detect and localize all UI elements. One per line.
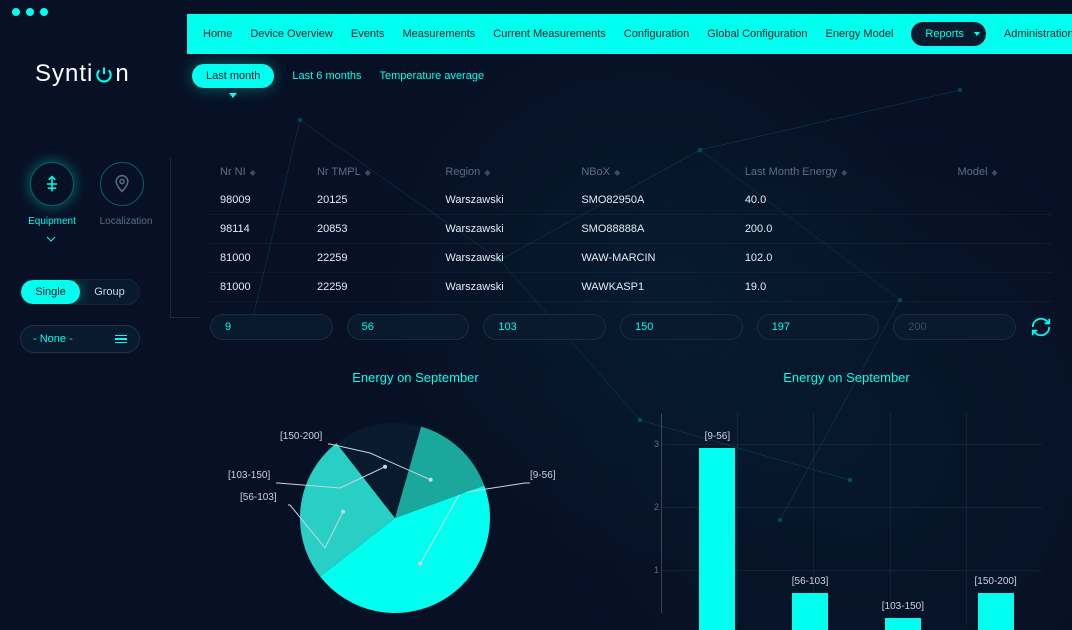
bar-label: [56-103] [780,576,840,587]
mode-group-button[interactable]: Group [80,280,139,304]
y-tick: 2 [654,502,659,512]
table-cell: WAW-MARCIN [571,244,734,273]
col-header[interactable]: NBoX◆ [571,158,734,186]
range-pill[interactable]: 9 [210,314,333,340]
bar-chart-title: Energy on September [641,370,1052,385]
range-pill[interactable]: 56 [347,314,470,340]
table-cell: 20853 [307,215,435,244]
nav-item-energy-model[interactable]: Energy Model [826,28,894,40]
table-cell [948,244,1052,273]
mode-single-button[interactable]: Single [21,280,80,304]
bar [792,593,828,630]
top-nav: Home Device Overview Events Measurements Cur… [187,14,1072,54]
mode-segmented-control: Single Group [20,279,140,305]
bar-label: [103-150] [873,601,933,612]
nav-item-current-measurements[interactable]: Current Measurements [493,28,606,40]
brand-logo: Synti n [35,60,130,88]
table-cell: 22259 [307,244,435,273]
range-pill[interactable]: 150 [620,314,743,340]
col-header[interactable]: Last Month Energy◆ [735,158,948,186]
pie-label: [9-56] [530,470,556,481]
dropdown-value: - None - [33,333,73,345]
table-row[interactable]: 8100022259WarszawskiWAWKASP119.0 [210,273,1052,302]
bar [885,618,921,630]
table-cell: Warszawski [435,215,571,244]
sidebar-label-equipment[interactable]: Equipment [24,216,80,227]
sidebar: Equipment Localization Single Group - No… [20,162,160,353]
pie-label: [103-150] [228,470,270,481]
range-pill[interactable]: 197 [757,314,880,340]
table-cell [948,273,1052,302]
nav-item-administration[interactable]: Administration [1004,28,1072,40]
nav-item-device-overview[interactable]: Device Overview [250,28,333,40]
col-header[interactable]: Region◆ [435,158,571,186]
table-cell: Warszawski [435,244,571,273]
bar-label: [9-56] [687,431,747,442]
nav-item-configuration[interactable]: Configuration [624,28,689,40]
table-row[interactable]: 9800920125WarszawskiSMO82950A40.0 [210,186,1052,215]
table-cell: 98009 [210,186,307,215]
refresh-icon[interactable] [1030,316,1052,338]
table-cell: 40.0 [735,186,948,215]
subnav-last-6-months[interactable]: Last 6 months [292,70,361,82]
nav-item-measurements[interactable]: Measurements [403,28,476,40]
col-header[interactable]: Nr NI◆ [210,158,307,186]
table-cell: 20125 [307,186,435,215]
pie-chart: [9-56] [56-103] [103-150] [150-200] [210,403,621,630]
pie-label: [150-200] [280,431,322,442]
col-header[interactable]: Nr TMPL◆ [307,158,435,186]
table-cell: Warszawski [435,186,571,215]
table-cell: 19.0 [735,273,948,302]
bar-label: [150-200] [966,576,1026,587]
nav-item-global-configuration[interactable]: Global Configuration [707,28,807,40]
range-pills-row: 9 56 103 150 197 200 [210,314,1052,340]
menu-icon [115,335,127,344]
power-icon [94,64,114,84]
nav-item-events[interactable]: Events [351,28,385,40]
table-cell: 200.0 [735,215,948,244]
sub-nav: Last month Last 6 months Temperature avera… [192,64,484,88]
nav-item-home[interactable]: Home [203,28,232,40]
table-cell: WAWKASP1 [571,273,734,302]
table-cell: SMO88888A [571,215,734,244]
bar-chart: 1 2 3 [9-56] [56-103] [103-150] [150-200] [641,403,1052,630]
bar [978,593,1014,630]
subnav-last-month[interactable]: Last month [192,64,274,88]
bar [699,448,735,630]
table-cell: 22259 [307,273,435,302]
table-cell: Warszawski [435,273,571,302]
table-cell: 98114 [210,215,307,244]
table-cell: SMO82950A [571,186,734,215]
table-cell [948,215,1052,244]
data-table: Nr NI◆Nr TMPL◆Region◆NBoX◆Last Month Ene… [210,158,1052,302]
window-dots [12,8,48,16]
main-content: Nr NI◆Nr TMPL◆Region◆NBoX◆Last Month Ene… [210,158,1052,630]
table-cell: 102.0 [735,244,948,273]
y-tick: 1 [654,565,659,575]
sidebar-label-localization[interactable]: Localization [98,216,154,227]
table-cell [948,186,1052,215]
range-pill[interactable]: 200 [893,314,1016,340]
y-tick: 3 [654,439,659,449]
table-row[interactable]: 8100022259WarszawskiWAW-MARCIN102.0 [210,244,1052,273]
pie-label: [56-103] [240,492,277,503]
table-cell: 81000 [210,244,307,273]
table-cell: 81000 [210,273,307,302]
chevron-down-icon [46,236,56,242]
equipment-icon[interactable] [30,162,74,206]
localization-icon[interactable] [100,162,144,206]
pie-chart-title: Energy on September [210,370,621,385]
table-row[interactable]: 9811420853WarszawskiSMO88888A200.0 [210,215,1052,244]
subnav-temperature-average[interactable]: Temperature average [380,70,485,82]
filter-dropdown[interactable]: - None - [20,325,140,353]
range-pill[interactable]: 103 [483,314,606,340]
nav-item-reports[interactable]: Reports [911,22,986,46]
col-header[interactable]: Model◆ [948,158,1052,186]
